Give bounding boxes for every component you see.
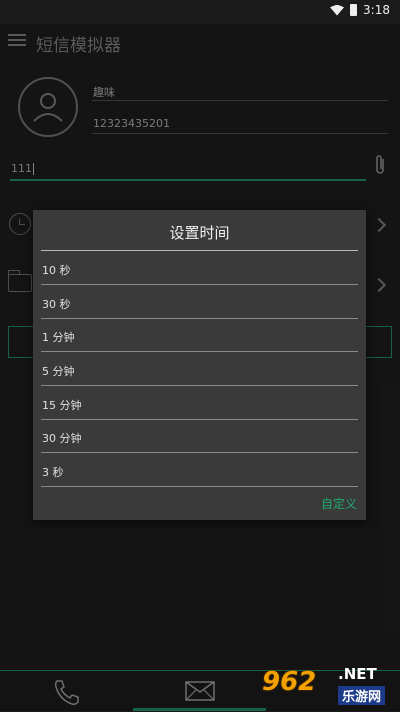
battery-icon (350, 4, 358, 16)
time-option-30s[interactable]: 30 秒 (41, 285, 358, 319)
option-label: 30 秒 (42, 298, 71, 311)
set-time-dialog: 设置时间 10 秒 30 秒 1 分钟 5 分钟 15 分钟 30 分钟 3 秒… (33, 210, 366, 520)
time-option-3s[interactable]: 3 秒 (41, 453, 358, 487)
watermark-logo: 962 (262, 667, 317, 697)
time-option-1min[interactable]: 1 分钟 (41, 318, 358, 352)
time-option-5min[interactable]: 5 分钟 (41, 352, 358, 386)
wifi-icon (330, 4, 345, 16)
option-label: 3 秒 (42, 466, 64, 479)
site-watermark: 962 .NET 乐游网 (262, 661, 400, 711)
time-option-15min[interactable]: 15 分钟 (41, 386, 358, 420)
watermark-site: 乐游网 (338, 686, 386, 705)
time-option-10s[interactable]: 10 秒 (41, 251, 358, 285)
option-label: 15 分钟 (42, 399, 82, 412)
option-label: 1 分钟 (42, 331, 75, 344)
time-option-30min[interactable]: 30 分钟 (41, 419, 358, 453)
option-label: 30 分钟 (42, 432, 82, 445)
option-label: 10 秒 (42, 264, 71, 277)
watermark-suffix: .NET (338, 665, 377, 683)
status-bar: 3:18 (0, 0, 400, 24)
option-label: 5 分钟 (42, 365, 75, 378)
custom-time-button[interactable]: 自定义 (321, 495, 357, 512)
status-time: 3:18 (363, 3, 390, 17)
dialog-title: 设置时间 (169, 224, 230, 242)
